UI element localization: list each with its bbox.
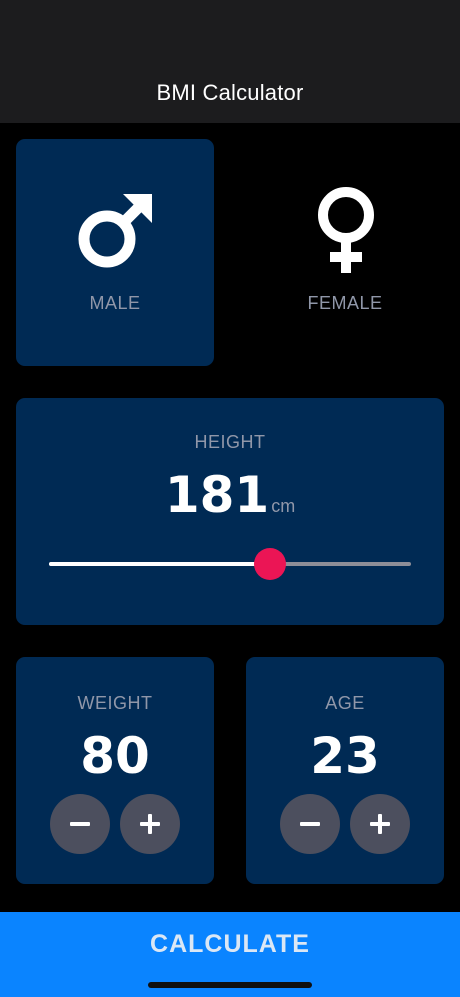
height-readout: 181 cm <box>0 470 460 520</box>
age-value: 23 <box>310 727 380 785</box>
minus-icon <box>300 822 320 826</box>
home-indicator <box>148 982 312 988</box>
minus-icon <box>70 822 90 826</box>
calculate-label: CALCULATE <box>150 930 310 958</box>
calculate-button[interactable]: CALCULATE <box>0 912 460 997</box>
age-decrement-button[interactable] <box>280 794 340 854</box>
weight-increment-button[interactable] <box>120 794 180 854</box>
plus-icon <box>140 814 160 834</box>
female-symbol-icon <box>318 187 374 273</box>
height-slider[interactable] <box>49 548 411 580</box>
height-unit: cm <box>271 496 296 516</box>
male-symbol-icon <box>78 194 152 268</box>
age-increment-button[interactable] <box>350 794 410 854</box>
female-label: FEMALE <box>307 293 383 313</box>
female-card[interactable]: FEMALE <box>246 139 444 366</box>
height-value: 181 <box>164 466 270 524</box>
weight-card: WEIGHT 80 <box>16 657 214 884</box>
age-label: AGE <box>325 693 365 713</box>
weight-value: 80 <box>80 727 150 785</box>
weight-decrement-button[interactable] <box>50 794 110 854</box>
plus-icon <box>370 814 390 834</box>
weight-label: WEIGHT <box>77 693 153 713</box>
height-label: HEIGHT <box>194 432 266 452</box>
age-card: AGE 23 <box>246 657 444 884</box>
app-bar: BMI Calculator <box>0 0 460 123</box>
page-title: BMI Calculator <box>156 80 304 105</box>
height-slider-fill <box>49 562 270 566</box>
male-label: MALE <box>89 293 141 313</box>
male-card[interactable]: MALE <box>16 139 214 366</box>
height-slider-thumb[interactable] <box>253 548 286 580</box>
